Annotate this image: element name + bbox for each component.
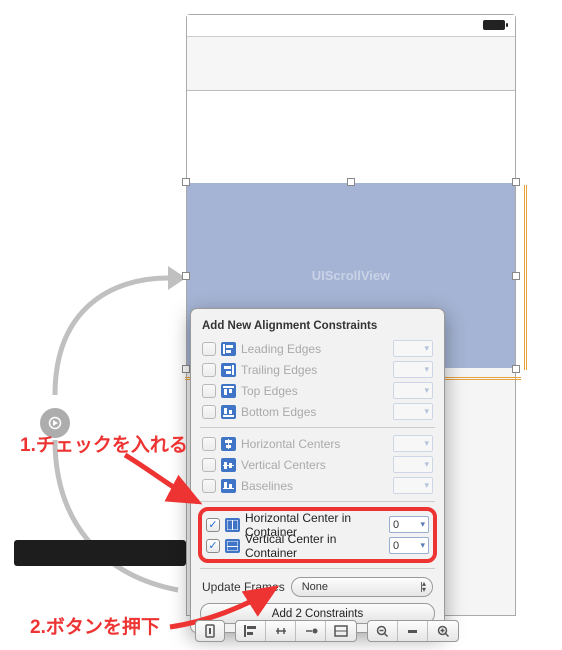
checkbox	[202, 437, 216, 451]
resize-handle[interactable]	[347, 178, 355, 186]
resize-handle[interactable]	[182, 178, 190, 186]
checkbox	[202, 363, 216, 377]
constraint-label: Leading Edges	[241, 342, 388, 356]
constraint-label: Vertical Center in Container	[245, 532, 384, 560]
resizing-button[interactable]	[326, 621, 356, 641]
resize-handle[interactable]	[512, 365, 520, 373]
checkbox	[202, 405, 216, 419]
constant-field: ▾	[393, 456, 433, 473]
adjacent-scene-strip	[14, 540, 186, 566]
constraint-guide-vertical	[524, 185, 527, 370]
constraint-label: Top Edges	[241, 384, 388, 398]
zoom-buttons-group	[367, 620, 459, 642]
resize-handle[interactable]	[512, 178, 520, 186]
constraint-row-bottom: Bottom Edges ▾	[200, 401, 435, 422]
constraint-row-baselines: Baselines ▾	[200, 475, 435, 496]
checkbox[interactable]: ✓	[206, 539, 220, 553]
constant-field[interactable]: 0▾	[389, 537, 429, 554]
resize-handle[interactable]	[182, 365, 190, 373]
document-outline-button[interactable]	[195, 620, 225, 642]
constraint-label: Baselines	[241, 479, 388, 493]
horizontal-centers-icon	[221, 437, 236, 451]
checkbox	[202, 342, 216, 356]
battery-icon	[483, 20, 505, 30]
align-button[interactable]	[236, 621, 266, 641]
zoom-fit-button[interactable]	[398, 621, 428, 641]
checkbox[interactable]: ✓	[206, 518, 220, 532]
constant-field: ▾	[393, 435, 433, 452]
pin-button[interactable]	[266, 621, 296, 641]
constant-field[interactable]: 0▾	[389, 516, 429, 533]
update-frames-select[interactable]: None ▴▾	[291, 577, 433, 597]
canvas-toolbar	[195, 618, 552, 644]
constraint-row-vcenter-container: ✓ Vertical Center in Container 0▾	[204, 535, 431, 556]
top-edges-icon	[221, 384, 236, 398]
constraint-label: Bottom Edges	[241, 405, 388, 419]
popover-title: Add New Alignment Constraints	[202, 320, 435, 332]
constraint-label: Vertical Centers	[241, 458, 388, 472]
constraint-buttons-group	[235, 620, 357, 642]
checkbox	[202, 479, 216, 493]
constraint-row-hcenter: Horizontal Centers ▾	[200, 433, 435, 454]
bottom-edges-icon	[221, 405, 236, 419]
annotation-highlight: ✓ Horizontal Center in Container 0▾ ✓ Ve…	[198, 507, 437, 563]
resize-handle[interactable]	[182, 272, 190, 280]
checkbox	[202, 384, 216, 398]
view-background	[187, 91, 515, 183]
alignment-constraints-popover: Add New Alignment Constraints Leading Ed…	[190, 308, 445, 633]
status-bar	[187, 15, 515, 37]
zoom-in-button[interactable]	[428, 621, 458, 641]
constraint-row-vcenter: Vertical Centers ▾	[200, 454, 435, 475]
annotation-step1: 1.チェックを入れる	[20, 430, 188, 457]
constraint-row-leading: Leading Edges ▾	[200, 338, 435, 359]
constant-field: ▾	[393, 382, 433, 399]
baselines-icon	[221, 479, 236, 493]
leading-edges-icon	[221, 342, 236, 356]
constraint-row-top: Top Edges ▾	[200, 380, 435, 401]
constant-field: ▾	[393, 403, 433, 420]
zoom-out-button[interactable]	[368, 621, 398, 641]
navigation-bar	[187, 37, 515, 91]
vertical-centers-icon	[221, 458, 236, 472]
vcenter-container-icon	[225, 539, 240, 553]
resize-handle[interactable]	[512, 272, 520, 280]
constraint-label: Trailing Edges	[241, 363, 388, 377]
element-class-label: UIScrollView	[312, 268, 391, 283]
annotation-step2: 2.ボタンを押下	[30, 612, 160, 639]
constraint-row-trailing: Trailing Edges ▾	[200, 359, 435, 380]
resolve-button[interactable]	[296, 621, 326, 641]
checkbox	[202, 458, 216, 472]
constraint-label: Horizontal Centers	[241, 437, 388, 451]
constant-field: ▾	[393, 340, 433, 357]
constant-field: ▾	[393, 361, 433, 378]
update-frames-label: Update Frames	[202, 580, 285, 594]
constant-field: ▾	[393, 477, 433, 494]
hcenter-container-icon	[225, 518, 240, 532]
trailing-edges-icon	[221, 363, 236, 377]
